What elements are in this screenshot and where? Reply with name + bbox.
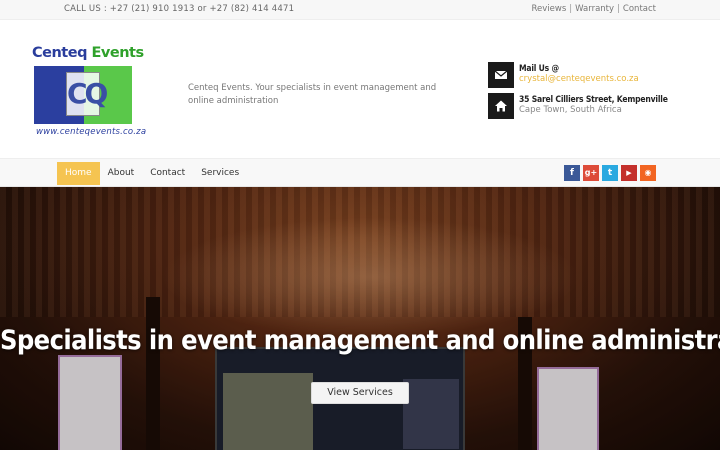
address-contact: 35 Sarel Cilliers Street, Kempenville Ca… xyxy=(488,93,688,119)
mail-title: Mail Us @ xyxy=(519,64,559,74)
call-us-text: CALL US : +27 (21) 910 1913 or +27 (82) … xyxy=(64,4,295,14)
separator: | xyxy=(617,4,620,14)
logo-url: www.centeqevents.co.za xyxy=(36,127,147,137)
site-logo[interactable]: Centeq Events CQ www.centeqevents.co.za xyxy=(32,45,146,157)
contact-link[interactable]: Contact xyxy=(623,4,656,14)
hero-banner: Specialists in event management and onli… xyxy=(0,187,720,450)
header-tagline: Centeq Events. Your specialists in event… xyxy=(188,83,437,106)
warranty-link[interactable]: Warranty xyxy=(575,4,614,14)
mail-contact: Mail Us @ crystal@centeqevents.co.za xyxy=(488,62,688,88)
nav-item-services[interactable]: Services xyxy=(193,162,247,185)
hero-headline: Specialists in event management and onli… xyxy=(0,325,720,356)
nav-item-about[interactable]: About xyxy=(100,162,143,185)
mail-address-link[interactable]: crystal@centeqevents.co.za xyxy=(519,74,639,84)
social-links: f g+ t ▶ ◉ xyxy=(564,165,656,181)
facebook-icon[interactable]: f xyxy=(564,165,580,181)
logo-brand: Centeq Events xyxy=(32,45,144,61)
top-links: Reviews | Warranty | Contact xyxy=(532,4,656,14)
address-city: Cape Town, South Africa xyxy=(519,105,622,115)
main-nav: Home About Contact Services xyxy=(57,162,247,185)
address-title: 35 Sarel Cilliers Street, Kempenville xyxy=(519,95,668,105)
twitter-icon[interactable]: t xyxy=(602,165,618,181)
google-plus-icon[interactable]: g+ xyxy=(583,165,599,181)
site-header: Centeq Events CQ www.centeqevents.co.za … xyxy=(0,20,720,158)
top-bar: CALL US : +27 (21) 910 1913 or +27 (82) … xyxy=(0,0,720,20)
separator: | xyxy=(569,4,573,14)
reviews-link[interactable]: Reviews xyxy=(532,4,567,14)
logo-monogram: CQ xyxy=(66,72,108,116)
envelope-icon xyxy=(488,62,514,88)
nav-item-home[interactable]: Home xyxy=(57,162,100,185)
view-services-button[interactable]: View Services xyxy=(311,382,409,404)
main-navbar: Home About Contact Services f g+ t ▶ ◉ xyxy=(0,158,720,187)
home-icon xyxy=(488,93,514,119)
hero-overlay xyxy=(0,187,720,450)
nav-item-contact[interactable]: Contact xyxy=(142,162,193,185)
youtube-icon[interactable]: ▶ xyxy=(621,165,637,181)
rss-icon[interactable]: ◉ xyxy=(640,165,656,181)
